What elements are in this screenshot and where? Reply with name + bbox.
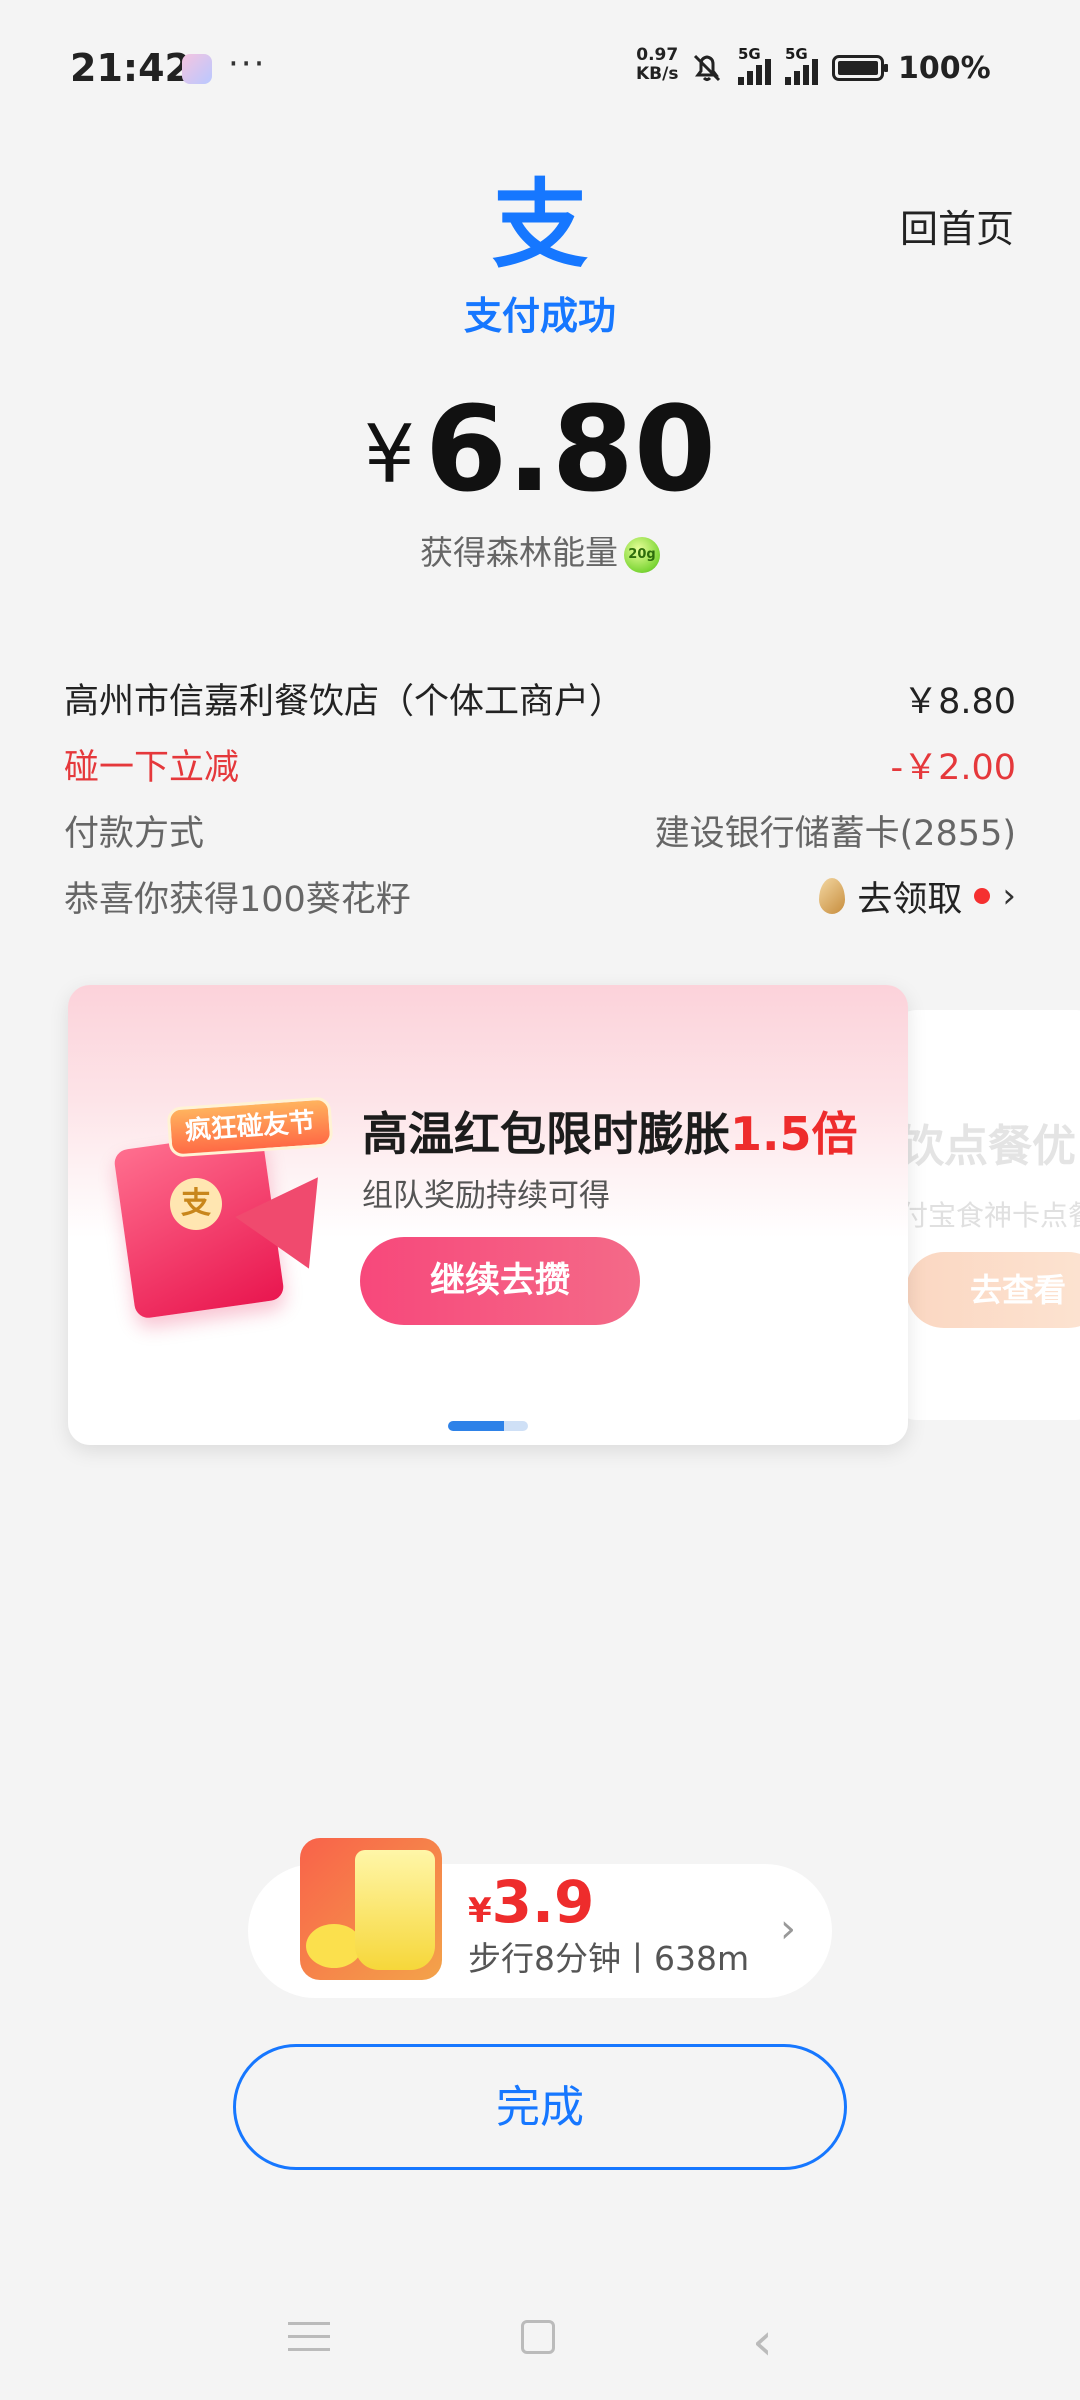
status-icons: 5G 5G 100% <box>690 45 991 88</box>
mute-bell-icon <box>693 54 721 82</box>
discount-value: -￥2.00 <box>890 747 1016 788</box>
back-home-link[interactable]: 回首页 <box>900 198 1014 253</box>
original-amount: ￥8.80 <box>903 681 1016 722</box>
battery-percent: 100% <box>898 50 991 86</box>
claim-reward-text: 去领取 <box>857 879 963 920</box>
payment-method-value: 建设银行储蓄卡(2855) <box>654 813 1016 854</box>
notification-dot <box>974 888 991 904</box>
promo-distance: 步行8分钟丨638m <box>468 1939 750 1978</box>
merchant-row: 高州市信嘉利餐饮店（个体工商户） ￥8.80 <box>64 668 1016 728</box>
claim-reward-link[interactable]: 去领取 › <box>819 871 1016 922</box>
amount-value: 6.80 <box>424 380 717 518</box>
payment-status: 支付成功 <box>463 294 616 338</box>
signal-icon: 5G <box>785 45 818 85</box>
chevron-right-icon: › <box>1002 876 1016 916</box>
svg-text:支: 支 <box>492 170 588 280</box>
reward-label: 恭喜你获得100葵花籽 <box>64 879 411 920</box>
envelope-coin-icon: 支 <box>170 1178 222 1230</box>
payment-amount: ¥6.80 <box>0 380 1080 518</box>
currency-symbol: ¥ <box>363 408 415 501</box>
home-icon[interactable] <box>521 2320 555 2354</box>
energy-badge-icon: 20g <box>624 536 660 573</box>
done-button[interactable]: 完成 <box>233 2044 847 2170</box>
signal-icon: 5G <box>738 45 771 85</box>
payment-method-label: 付款方式 <box>64 813 205 854</box>
energy-text: 获得森林能量 <box>420 533 618 572</box>
forest-energy[interactable]: 获得森林能量 20g <box>0 526 1080 574</box>
merchant-name: 高州市信嘉利餐饮店（个体工商户） <box>64 681 625 722</box>
promo-price: ¥3.9 <box>468 1868 594 1936</box>
menu-icon[interactable] <box>288 2322 330 2361</box>
network-speed: 0.97 KB/s <box>636 46 678 84</box>
more-notifications-icon: ··· <box>228 44 267 84</box>
sunflower-seed-icon <box>819 878 846 914</box>
battery-icon <box>832 55 888 81</box>
lemon-tea-cup-image <box>355 1850 435 1970</box>
lemon-image <box>306 1924 362 1968</box>
banner-title-main: 高温红包限时膨胀 <box>362 1107 730 1161</box>
next-card-title: 饮点餐优 <box>900 1121 1076 1172</box>
next-card-subtitle: 付宝食神卡点餐 <box>900 1199 1080 1232</box>
banner-title: 高温红包限时膨胀1.5倍 <box>362 1098 858 1164</box>
next-card-button[interactable]: 去查看 <box>906 1252 1080 1328</box>
reward-row[interactable]: 恭喜你获得100葵花籽 去领取 › <box>64 866 1016 926</box>
promo-currency: ¥ <box>468 1891 492 1931</box>
status-time: 21:42 <box>70 46 191 90</box>
chevron-right-icon[interactable]: › <box>780 1906 796 1952</box>
banner-title-highlight: 1.5倍 <box>730 1107 858 1161</box>
payment-method-row: 付款方式 建设银行储蓄卡(2855) <box>64 800 1016 860</box>
continue-collect-button[interactable]: 继续去攒 <box>360 1237 640 1325</box>
app-icon <box>182 54 212 84</box>
network-speed-unit: KB/s <box>636 64 679 84</box>
promo-price-value: 3.9 <box>491 1868 595 1936</box>
carousel-indicator <box>448 1421 528 1431</box>
network-speed-value: 0.97 <box>636 45 679 65</box>
discount-label: 碰一下立减 <box>64 747 240 788</box>
back-icon[interactable]: ‹ <box>752 2312 773 2372</box>
alipay-logo: 支 <box>492 170 588 280</box>
discount-row: 碰一下立减 -￥2.00 <box>64 734 1016 794</box>
banner-subtitle: 组队奖励持续可得 <box>362 1178 610 1214</box>
